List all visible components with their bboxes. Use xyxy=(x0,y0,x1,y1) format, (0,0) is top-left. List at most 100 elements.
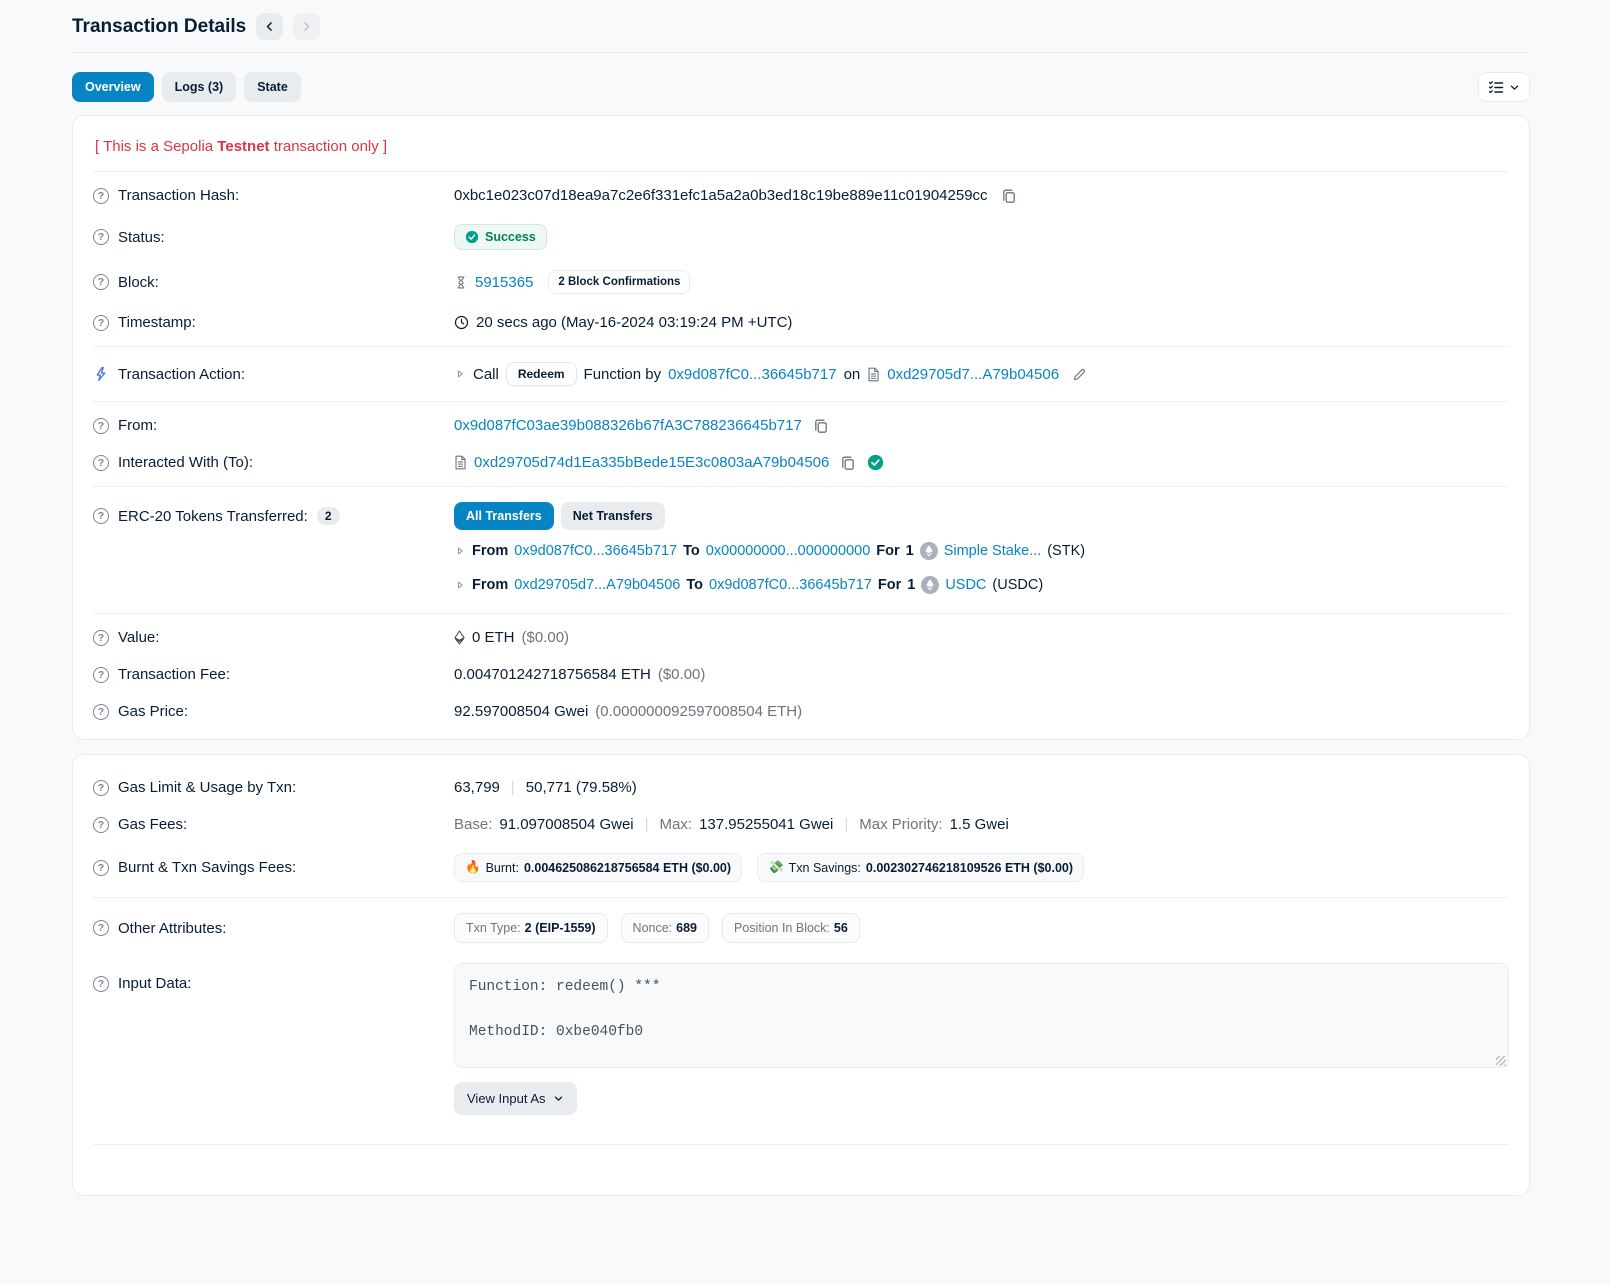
display-options-button[interactable] xyxy=(1478,72,1530,102)
gas-limit-value: 63,799 xyxy=(454,779,500,796)
input-data-row: Input Data: Function: redeem() *** Metho… xyxy=(93,953,1509,1125)
view-input-as-button[interactable]: View Input As xyxy=(454,1082,577,1115)
erc20-count-badge: 2 xyxy=(317,507,340,525)
hourglass-icon xyxy=(454,275,468,290)
caret-right-icon xyxy=(454,368,466,380)
help-icon[interactable] xyxy=(93,704,109,720)
help-icon[interactable] xyxy=(93,188,109,204)
transaction-hash-label: Transaction Hash: xyxy=(118,187,239,204)
transfer-from-link[interactable]: 0x9d087fC0...36645b717 xyxy=(514,543,677,559)
header-divider xyxy=(72,52,1530,53)
transaction-hash-value: 0xbc1e023c07d18ea9a7c2e6f331efc1a5a2a0b3… xyxy=(454,187,988,204)
help-icon[interactable] xyxy=(93,976,109,992)
transfer-token-link[interactable]: USDC xyxy=(945,577,986,593)
action-method-badge: Redeem xyxy=(506,362,577,386)
copy-icon[interactable] xyxy=(813,418,829,434)
transaction-action-row: Transaction Action: Call Redeem Function… xyxy=(93,352,1509,396)
block-label: Block: xyxy=(118,274,159,291)
tab-logs[interactable]: Logs (3) xyxy=(162,72,237,102)
prev-transaction-button[interactable] xyxy=(256,13,283,40)
max-fee-value: 137.95255041 Gwei xyxy=(699,816,833,833)
burnt-fees-row: Burnt & Txn Savings Fees: 🔥 Burnt: 0.004… xyxy=(93,843,1509,892)
other-attributes-row: Other Attributes: Txn Type: 2 (EIP-1559)… xyxy=(93,903,1509,953)
action-on-word: on xyxy=(844,366,861,383)
erc20-label: ERC-20 Tokens Transferred: xyxy=(118,508,308,525)
input-data-label: Input Data: xyxy=(118,975,191,992)
page: Transaction Details Overview Logs (3) St… xyxy=(72,0,1530,1196)
interacted-with-row: Interacted With (To): 0xd29705d74d1Ea335… xyxy=(93,444,1509,481)
edit-pencil-icon[interactable] xyxy=(1072,367,1087,382)
help-icon[interactable] xyxy=(93,920,109,936)
help-icon[interactable] xyxy=(93,315,109,331)
transfer-row: From 0xd29705d7...A79b04506 To 0x9d087fC… xyxy=(454,568,1509,602)
input-data-textarea[interactable]: Function: redeem() *** MethodID: 0xbe040… xyxy=(454,963,1509,1068)
tabs-row: Overview Logs (3) State xyxy=(72,72,1530,102)
transfer-token-symbol: (USDC) xyxy=(992,577,1043,593)
help-icon[interactable] xyxy=(93,508,109,524)
action-contract-link[interactable]: 0xd29705d7...A79b04506 xyxy=(887,366,1059,383)
help-icon[interactable] xyxy=(93,667,109,683)
position-in-block-badge: Position In Block: 56 xyxy=(722,913,860,943)
gas-fees-row: Gas Fees: Base: 91.097008504 Gwei | Max:… xyxy=(93,806,1509,843)
transfer-from-link[interactable]: 0xd29705d7...A79b04506 xyxy=(514,577,680,593)
token-icon xyxy=(921,576,939,594)
interacted-with-address-link[interactable]: 0xd29705d74d1Ea335bBede15E3c0803aA79b045… xyxy=(474,454,829,471)
burnt-fees-label: Burnt & Txn Savings Fees: xyxy=(118,859,296,876)
next-transaction-button[interactable] xyxy=(293,13,320,40)
chevron-down-icon xyxy=(553,1093,564,1104)
block-number-link[interactable]: 5915365 xyxy=(475,274,533,291)
status-label: Status: xyxy=(118,229,165,246)
overview-card: [ This is a Sepolia Testnet transaction … xyxy=(72,115,1530,740)
tab-overview[interactable]: Overview xyxy=(72,72,154,102)
help-icon[interactable] xyxy=(93,780,109,796)
transaction-hash-row: Transaction Hash: 0xbc1e023c07d18ea9a7c2… xyxy=(93,177,1509,214)
help-icon[interactable] xyxy=(93,817,109,833)
chevron-down-icon xyxy=(1509,82,1520,93)
contract-file-icon xyxy=(454,455,467,470)
from-label: From: xyxy=(118,417,157,434)
contract-file-icon xyxy=(867,367,880,382)
timestamp-row: Timestamp: 20 secs ago (May-16-2024 03:1… xyxy=(93,304,1509,341)
transaction-action-label: Transaction Action: xyxy=(118,366,245,383)
value-amount: 0 ETH xyxy=(472,629,515,646)
from-address-link[interactable]: 0x9d087fC03ae39b088326b67fA3C788236645b7… xyxy=(454,417,802,434)
chevron-left-icon xyxy=(263,20,276,33)
help-icon[interactable] xyxy=(93,630,109,646)
copy-icon[interactable] xyxy=(840,455,856,471)
status-row: Status: Success xyxy=(93,214,1509,260)
help-icon[interactable] xyxy=(93,229,109,245)
resize-handle[interactable] xyxy=(1496,1056,1506,1066)
transfer-row: From 0x9d087fC0...36645b717 To 0x0000000… xyxy=(454,534,1509,568)
gas-limit-row: Gas Limit & Usage by Txn: 63,799 | 50,77… xyxy=(93,769,1509,806)
transfer-to-link[interactable]: 0x9d087fC0...36645b717 xyxy=(709,577,872,593)
testnet-notice: [ This is a Sepolia Testnet transaction … xyxy=(93,120,1509,171)
help-icon[interactable] xyxy=(93,860,109,876)
burnt-badge: 🔥 Burnt: 0.004625086218756584 ETH ($0.00… xyxy=(454,853,742,882)
base-fee-value: 91.097008504 Gwei xyxy=(499,816,633,833)
verified-check-icon xyxy=(867,454,884,471)
net-transfers-button[interactable]: Net Transfers xyxy=(561,502,665,530)
checklist-icon xyxy=(1488,79,1504,95)
value-row: Value: 0 ETH ($0.00) xyxy=(93,619,1509,656)
value-label: Value: xyxy=(118,629,159,646)
txn-savings-badge: 💸 Txn Savings: 0.002302746218109526 ETH … xyxy=(757,853,1084,882)
nonce-badge: Nonce: 689 xyxy=(621,913,709,943)
timestamp-label: Timestamp: xyxy=(118,314,196,331)
action-from-link[interactable]: 0x9d087fC0...36645b717 xyxy=(668,366,836,383)
transfer-amount: 1 xyxy=(906,543,914,559)
transaction-fee-value: 0.004701242718756584 ETH xyxy=(454,666,651,683)
tab-state[interactable]: State xyxy=(244,72,301,102)
all-transfers-button[interactable]: All Transfers xyxy=(454,502,554,530)
money-wings-icon: 💸 xyxy=(768,860,784,875)
transfer-to-link[interactable]: 0x00000000...000000000 xyxy=(706,543,871,559)
fire-icon: 🔥 xyxy=(465,860,481,875)
from-row: From: 0x9d087fC03ae39b088326b67fA3C78823… xyxy=(93,407,1509,444)
help-icon[interactable] xyxy=(93,274,109,290)
token-icon xyxy=(920,542,938,560)
help-icon[interactable] xyxy=(93,418,109,434)
copy-icon[interactable] xyxy=(1001,188,1017,204)
gas-usage-value: 50,771 (79.58%) xyxy=(526,779,637,796)
details-card: Gas Limit & Usage by Txn: 63,799 | 50,77… xyxy=(72,754,1530,1196)
transfer-token-link[interactable]: Simple Stake... xyxy=(944,543,1042,559)
help-icon[interactable] xyxy=(93,455,109,471)
